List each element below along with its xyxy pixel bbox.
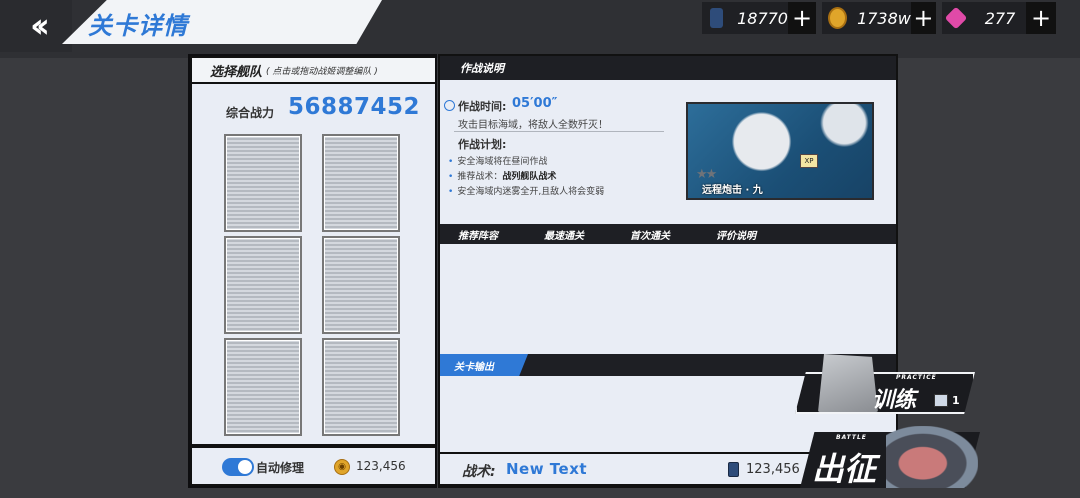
divider — [454, 131, 664, 132]
bullet-icon: • — [448, 172, 454, 182]
fleet-footer: 自动修理 ◉ 123,456 — [192, 448, 435, 484]
fleet-slot-2[interactable] — [322, 134, 400, 232]
repair-cost: 123,456 — [356, 459, 406, 473]
gem-icon — [944, 6, 968, 30]
power-label: 综合战力 — [226, 106, 275, 120]
map-preview[interactable]: ★★ XP 远程炮击 · 九 — [686, 102, 874, 200]
title-tab: 关卡详情 — [62, 0, 382, 44]
tactic-cost: 123,456 — [746, 462, 800, 477]
oil-value: 18770 — [737, 8, 788, 28]
double-chevron-left-icon: ‹‹ — [29, 6, 50, 46]
bullet-icon: • — [448, 187, 454, 197]
tactic-value: New Text — [506, 460, 588, 478]
turret-icon — [818, 354, 878, 412]
coin-value: 1738w — [857, 8, 911, 28]
star-rating: ★★ — [696, 167, 717, 182]
fleet-header: 选择舰队 ( 点击或拖动战姬调整编队 ) — [192, 58, 435, 82]
ticket-icon — [934, 394, 948, 407]
fleet-slot-4[interactable] — [322, 236, 400, 334]
fleet-subtitle: ( 点击或拖动战姬调整编队 ) — [266, 66, 378, 77]
clock-icon — [444, 100, 455, 111]
bullet-icon: • — [448, 157, 454, 167]
fleet-slot-5[interactable] — [224, 338, 302, 436]
tab-recommended[interactable]: 推荐阵容 — [458, 227, 498, 242]
power-value: 56887452 — [288, 94, 421, 120]
back-button[interactable]: ‹‹ — [0, 0, 72, 52]
plan-item: • 安全海域内迷雾全开,且敌人将会变弱 — [448, 187, 605, 197]
resource-gem: 277 + — [942, 2, 1056, 34]
map-name: 远程炮击 · 九 — [702, 185, 763, 196]
add-gem-button[interactable]: + — [1026, 2, 1056, 34]
drops-tab: 关卡输出 — [440, 354, 528, 376]
battle-info: 作战时间: 05′00″ 攻击目标海域，将敌人全数歼灭！ 作战计划: • 安全海域… — [440, 80, 896, 224]
fleet-slot-3[interactable] — [224, 236, 302, 334]
practice-en-label: PRACTICE — [896, 374, 937, 381]
records-tabs: 推荐阵容 最速通关 首次通关 评价说明 — [440, 224, 896, 244]
battle-header-label: 作战说明 — [460, 62, 504, 75]
plan-item: • 安全海域将在昼间作战 — [448, 157, 548, 167]
resource-coin: 1738w + — [822, 2, 936, 34]
objective-text: 攻击目标海域，将敌人全数歼灭！ — [458, 120, 608, 131]
practice-count: 1 — [952, 394, 960, 407]
plan-item: • 推荐战术：战列舰队战术 — [448, 172, 557, 182]
fleet-body: 综合战力 56887452 — [192, 84, 435, 444]
coin-icon — [828, 7, 848, 29]
oil-barrel-icon — [728, 462, 739, 477]
fleet-title: 选择舰队 — [210, 64, 263, 80]
oil-barrel-icon — [710, 8, 724, 28]
tab-rating[interactable]: 评价说明 — [716, 227, 756, 242]
records-content — [440, 244, 896, 354]
tab-fastest[interactable]: 最速通关 — [544, 227, 584, 242]
sortie-label: 出征 — [812, 450, 877, 488]
battle-panel: 作战说明 作战时间: 05′00″ 攻击目标海域，将敌人全数歼灭！ 作战计划: … — [438, 54, 898, 488]
auto-repair-toggle[interactable] — [222, 458, 254, 476]
drops-title: 关卡输出 — [454, 362, 494, 373]
time-label: 作战时间: — [458, 100, 507, 113]
ship-icon — [886, 426, 978, 488]
page-title: 关卡详情 — [88, 12, 188, 40]
tactic-label: 战术: — [462, 464, 496, 480]
auto-repair-label: 自动修理 — [256, 461, 305, 475]
xp-badge: XP — [800, 154, 818, 168]
fleet-slot-6[interactable] — [322, 338, 400, 436]
practice-label: 训练 — [872, 388, 917, 413]
time-value: 05′00″ — [512, 96, 558, 111]
add-oil-button[interactable]: + — [787, 2, 816, 34]
add-coin-button[interactable]: + — [910, 2, 936, 34]
battle-header: 作战说明 — [440, 56, 896, 80]
plan-title: 作战计划: — [458, 138, 507, 151]
tab-first-clear[interactable]: 首次通关 — [630, 227, 670, 242]
sortie-en-label: BATTLE — [836, 434, 867, 441]
recommended-tactic: 战列舰队战术 — [502, 172, 557, 182]
gem-value: 277 — [984, 8, 1016, 28]
fleet-slot-1[interactable] — [224, 134, 302, 232]
coin-icon: ◉ — [334, 459, 350, 475]
fleet-panel: 选择舰队 ( 点击或拖动战姬调整编队 ) 综合战力 56887452 自动修理 … — [188, 54, 437, 488]
resource-oil: 18770 + — [702, 2, 816, 34]
